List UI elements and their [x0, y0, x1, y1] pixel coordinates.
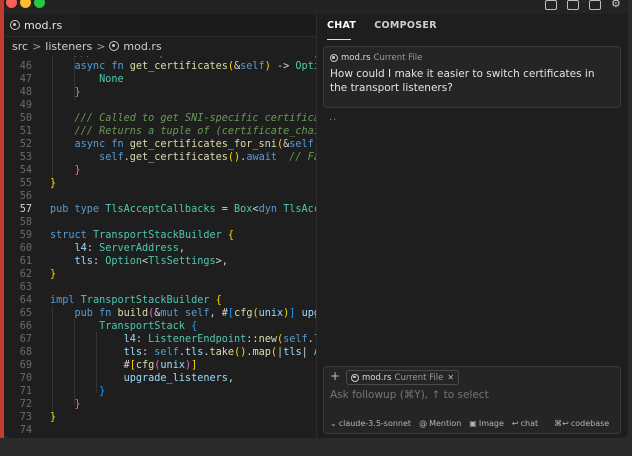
editor-tab-label: mod.rs — [24, 18, 63, 32]
code-line: 54 } — [19, 165, 81, 176]
close-icon[interactable]: ✕ — [447, 373, 454, 382]
ai-chat-panel: CHAT COMPOSER mod.rs Current File How co… — [317, 14, 628, 438]
breadcrumb-listeners[interactable]: listeners — [45, 40, 92, 53]
code-line: 63 — [19, 282, 32, 293]
editor-tab-bar: mod.rs — [4, 14, 316, 37]
code-line: 53 self.get_certificates().await // Fall… — [19, 152, 316, 163]
code-line: 74 — [19, 425, 32, 436]
code-line: 56 — [19, 191, 32, 202]
code-line: 69 #[cfg(unix)] — [19, 360, 198, 371]
code-line: 55} — [19, 178, 57, 189]
title-bar: ⚙ — [4, 0, 628, 14]
code-line: 62} — [19, 269, 57, 280]
rust-file-icon — [351, 373, 359, 382]
composer-file-chip[interactable]: mod.rs Current File ✕ — [346, 370, 460, 385]
editor-tab-mod-rs[interactable]: mod.rs — [4, 14, 80, 36]
window-toolbar: ⚙ — [545, 0, 622, 10]
breadcrumb-file[interactable]: mod.rs — [123, 40, 161, 53]
minimize-window-button[interactable] — [20, 0, 31, 8]
code-line: 73} — [19, 412, 57, 423]
code-line: 57 pub type TlsAcceptCallbacks = Box<dyn … — [19, 204, 316, 215]
gear-icon[interactable]: ⚙ — [611, 0, 622, 10]
composer-toolbar: ⌄ claude-3.5-sonnet @ Mention ▣ Image ↩ … — [330, 417, 616, 429]
at-icon: @ — [419, 418, 428, 428]
code-line: 48 } — [19, 87, 81, 98]
rust-file-icon — [109, 41, 120, 51]
code-editor[interactable]: /// Default implementation returns None,… — [4, 56, 316, 438]
desktop-background — [0, 438, 632, 456]
context-file-sub: Current File — [373, 53, 423, 63]
panel-tabs: CHAT COMPOSER — [327, 20, 437, 31]
user-message[interactable]: mod.rs Current File How could I make it … — [323, 46, 621, 108]
codebase-submit-button[interactable]: ⌘↩ codebase — [554, 419, 609, 428]
composer-file-name: mod.rs — [362, 372, 392, 383]
code-line: 68 tls: self.tls.take().map(|tls| Arc::n… — [19, 347, 316, 358]
code-line: 59 struct TransportStackBuilder { — [19, 230, 235, 241]
model-name: claude-3.5-sonnet — [338, 418, 412, 428]
codebase-label: codebase — [570, 418, 610, 428]
toggle-sidebar-icon[interactable] — [545, 0, 557, 10]
mention-button[interactable]: @ Mention — [419, 419, 461, 428]
zoom-window-button[interactable] — [34, 0, 45, 8]
code-line: 64 impl TransportStackBuilder { — [19, 295, 222, 306]
context-file-chip[interactable]: mod.rs Current File — [330, 53, 422, 63]
chevron-right-icon: > — [32, 39, 42, 53]
code-line: 50 /// Called to get SNI-specific certif… — [19, 113, 316, 124]
code-line: 70 upgrade_listeners, — [19, 373, 235, 384]
context-file-name: mod.rs — [341, 53, 371, 63]
chevron-down-icon: ⌄ — [330, 418, 337, 428]
toggle-panel-icon[interactable] — [567, 0, 579, 10]
tab-chat[interactable]: CHAT — [327, 20, 356, 31]
code-line: 58 — [19, 217, 32, 228]
breadcrumb-src[interactable]: src — [12, 40, 28, 53]
model-selector[interactable]: ⌄ claude-3.5-sonnet — [330, 419, 411, 428]
composer-file-sub: Current File — [394, 372, 444, 383]
code-line: 46 async fn get_certificates(&self) -> O… — [19, 61, 316, 72]
chat-shortcut: ↩ — [511, 418, 519, 428]
user-message-text: How could I make it easier to switch cer… — [330, 68, 595, 94]
desktop-background-edge — [0, 0, 4, 438]
code-line: 72 } — [19, 399, 81, 410]
split-layout-icon[interactable] — [589, 0, 601, 10]
code-line: 51 /// Returns a tuple of (certificate_c… — [19, 126, 316, 137]
codebase-shortcut: ⌘↩ — [554, 418, 569, 428]
active-tab-indicator — [327, 39, 351, 40]
followup-input[interactable] — [330, 389, 610, 401]
image-button[interactable]: ▣ Image — [469, 419, 504, 428]
code-line: 71 } — [19, 386, 106, 397]
loading-indicator: .. — [329, 112, 338, 123]
breadcrumb: src > listeners > mod.rs — [12, 38, 162, 54]
code-line: 65 pub fn build(&mut self, #[cfg(unix)] … — [19, 308, 316, 319]
app-window: ⚙ mod.rs src > listeners > mod.rs /// De… — [4, 0, 628, 438]
code-line: 47 None — [19, 74, 124, 85]
code-line: 61 tls: Option<TlsSettings>, — [19, 256, 228, 267]
code-line: 52 async fn get_certificates_for_sni(&se… — [19, 139, 316, 150]
code-line: 60 l4: ServerAddress, — [19, 243, 185, 254]
chat-submit-button[interactable]: ↩ chat — [512, 419, 538, 428]
mention-label: Mention — [429, 418, 462, 428]
rust-file-icon — [330, 54, 338, 62]
rust-file-icon — [10, 20, 20, 30]
code-line: 49 — [19, 100, 32, 111]
close-window-button[interactable] — [6, 0, 17, 8]
code-line: 67 l4: ListenerEndpoint::new(self.l4.clo… — [19, 334, 316, 345]
chat-label: chat — [520, 418, 539, 428]
image-label: Image — [478, 418, 504, 428]
add-context-icon[interactable]: + — [330, 369, 340, 383]
chevron-right-icon: > — [96, 39, 106, 53]
image-icon: ▣ — [469, 418, 477, 428]
followup-composer[interactable]: + mod.rs Current File ✕ ⌄ claude-3.5-son… — [323, 366, 621, 434]
code-line: 66 TransportStack { — [19, 321, 198, 332]
tab-composer[interactable]: COMPOSER — [374, 20, 437, 31]
